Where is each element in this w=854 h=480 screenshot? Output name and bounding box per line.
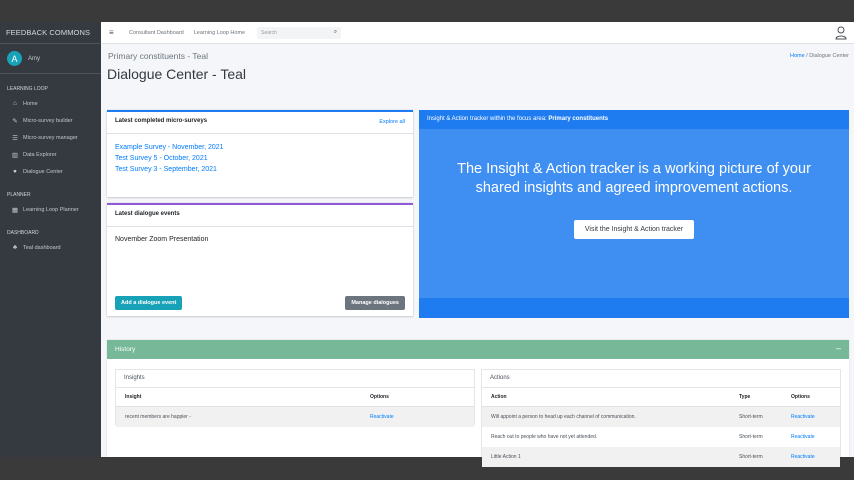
calendar-icon: ▦ — [11, 206, 19, 214]
action-cell: Reach out to people who have not yet att… — [491, 434, 598, 440]
comments-icon: ● — [13, 168, 17, 175]
column-header: Options — [782, 387, 840, 407]
sidebar-item-data-explorer[interactable]: ▥ Data Explorer — [0, 146, 101, 163]
manage-dialogues-button[interactable]: Manage dialogues — [345, 296, 405, 310]
breadcrumb-current: Dialogue Center — [809, 53, 849, 59]
history-header[interactable]: History – — [107, 340, 849, 359]
sidebar-item-micro-survey-builder[interactable]: ✎ Micro-survey builder — [0, 112, 101, 129]
actions-title: Actions — [490, 375, 510, 381]
user-panel[interactable]: A Amy — [0, 44, 101, 74]
chart-icon: ▥ — [11, 151, 19, 159]
insights-table: Insight Options recent members are happi… — [116, 387, 474, 427]
reactivate-link[interactable]: Reactivate — [361, 406, 474, 427]
action-cell: Will appoint a person to head up each ch… — [482, 406, 730, 427]
sidebar-item-label: Micro-survey manager — [23, 134, 78, 141]
search-icon[interactable]: ⌕ — [334, 29, 337, 36]
brand-logo[interactable]: FEEDBACK COMMONS — [0, 22, 101, 44]
main-content: Primary constituents - Teal Dialogue Cen… — [101, 44, 854, 467]
page-title: Dialogue Center - Teal — [107, 66, 247, 82]
column-header: Action — [482, 387, 730, 407]
sidebar-item-label: Dialogue Center — [23, 168, 63, 175]
surveys-card-title: Latest completed micro-surveys — [115, 118, 208, 124]
reactivate-link[interactable]: Reactivate — [782, 406, 840, 427]
events-card-title: Latest dialogue events — [115, 211, 180, 217]
insight-action-tracker-panel: Insight & Action tracker within the focu… — [419, 110, 849, 318]
tracker-header-prefix: Insight & Action tracker within the focu… — [427, 116, 547, 122]
sidebar-item-label: Home — [23, 100, 38, 107]
app-frame: FEEDBACK COMMONS A Amy LEARNING LOOP ⌂ H… — [0, 22, 854, 467]
nav-header-learning-loop: LEARNING LOOP — [7, 86, 48, 92]
insight-cell: recent members are happier - — [116, 406, 361, 427]
avatar[interactable]: A — [7, 51, 22, 66]
reactivate-link[interactable]: Reactivate — [782, 447, 840, 467]
list-icon: ☰ — [12, 134, 18, 142]
top-navbar: ≡ Consultant Dashboard Learning Loop Hom… — [101, 22, 854, 44]
events-card-header: Latest dialogue events — [107, 205, 413, 227]
user-account-icon[interactable] — [835, 26, 847, 40]
surveys-card-header: Latest completed micro-surveys Explore a… — [107, 112, 413, 134]
type-cell: Short-term — [739, 434, 763, 440]
table-row: recent members are happier - Reactivate — [116, 406, 474, 427]
page-subtitle: Primary constituents - Teal — [108, 51, 208, 61]
user-name[interactable]: Amy — [28, 56, 40, 62]
sidebar-item-micro-survey-manager[interactable]: ☰ Micro-survey manager — [0, 129, 101, 146]
survey-link[interactable]: Test Survey 5 - October, 2021 — [115, 155, 413, 162]
breadcrumb-home-link[interactable]: Home — [790, 53, 805, 59]
breadcrumb: Home / Dialogue Center — [790, 53, 849, 59]
actions-panel: Actions Action Type Options Will appoint… — [481, 369, 841, 467]
insights-title: Insights — [124, 375, 145, 381]
insights-panel: Insights Insight Options recent members … — [115, 369, 475, 427]
wrench-icon: ✎ — [12, 117, 18, 125]
collapse-icon[interactable]: – — [836, 343, 841, 353]
actions-table: Action Type Options Will appoint a perso… — [482, 387, 840, 467]
tracker-footer — [419, 298, 849, 318]
sidebar-item-home[interactable]: ⌂ Home — [0, 95, 101, 112]
surveys-card: Latest completed micro-surveys Explore a… — [107, 110, 413, 197]
column-header: Insight — [116, 387, 361, 407]
table-row: Little Action 1 Short-term Reactivate — [482, 447, 840, 467]
action-cell: Little Action 1 — [482, 447, 730, 467]
home-icon: ⌂ — [13, 100, 17, 107]
add-dialogue-event-button[interactable]: Add a dialogue event — [115, 296, 183, 310]
nav-header-dashboard: DASHBOARD — [7, 230, 39, 236]
dialogue-event-item[interactable]: November Zoom Presentation — [107, 227, 413, 252]
sidebar-item-dialogue-center[interactable]: ● Dialogue Center — [0, 163, 101, 180]
sidebar-item-learning-loop-planner[interactable]: ▦ Learning Loop Planner — [0, 201, 101, 218]
people-icon: ♣ — [12, 244, 18, 251]
sidebar-item-label: Teal dashboard — [23, 244, 61, 251]
visit-tracker-button[interactable]: Visit the Insight & Action tracker — [574, 220, 694, 239]
search-input[interactable]: Search ⌕ — [257, 26, 342, 39]
column-header: Options — [361, 387, 474, 407]
survey-link[interactable]: Example Survey - November, 2021 — [115, 144, 413, 151]
tracker-focus-area: Primary constituents — [548, 116, 609, 122]
sidebar: FEEDBACK COMMONS A Amy LEARNING LOOP ⌂ H… — [0, 22, 101, 457]
dialogue-events-card: Latest dialogue events November Zoom Pre… — [107, 203, 413, 316]
type-cell: Short-term — [730, 447, 782, 467]
breadcrumb-separator: / — [806, 53, 808, 59]
history-card: History – Insights Insight Options recen… — [107, 340, 849, 467]
survey-link[interactable]: Test Survey 3 - September, 2021 — [115, 166, 413, 173]
sidebar-item-label: Learning Loop Planner — [23, 206, 79, 213]
tracker-description: The Insight & Action tracker is a workin… — [457, 161, 811, 196]
table-row: Reach out to people who have not yet att… — [482, 427, 840, 447]
hamburger-icon[interactable]: ≡ — [109, 28, 119, 37]
reactivate-link[interactable]: Reactivate — [782, 427, 840, 447]
table-row: Will appoint a person to head up each ch… — [482, 406, 840, 427]
type-cell: Short-term — [730, 406, 782, 427]
sidebar-item-teal-dashboard[interactable]: ♣ Teal dashboard — [0, 239, 101, 256]
sidebar-item-label: Micro-survey builder — [23, 117, 73, 124]
nav-header-planner: PLANNER — [7, 192, 31, 198]
sidebar-item-label: Data Explorer — [23, 151, 57, 158]
nav-link-consultant-dashboard[interactable]: Consultant Dashboard — [129, 30, 184, 36]
column-header: Type — [730, 387, 782, 407]
nav-link-learning-loop-home[interactable]: Learning Loop Home — [194, 30, 245, 36]
explore-all-link[interactable]: Explore all — [379, 119, 405, 125]
search-placeholder: Search — [261, 29, 277, 36]
tracker-header: Insight & Action tracker within the focu… — [419, 110, 849, 129]
history-title: History — [115, 346, 136, 353]
